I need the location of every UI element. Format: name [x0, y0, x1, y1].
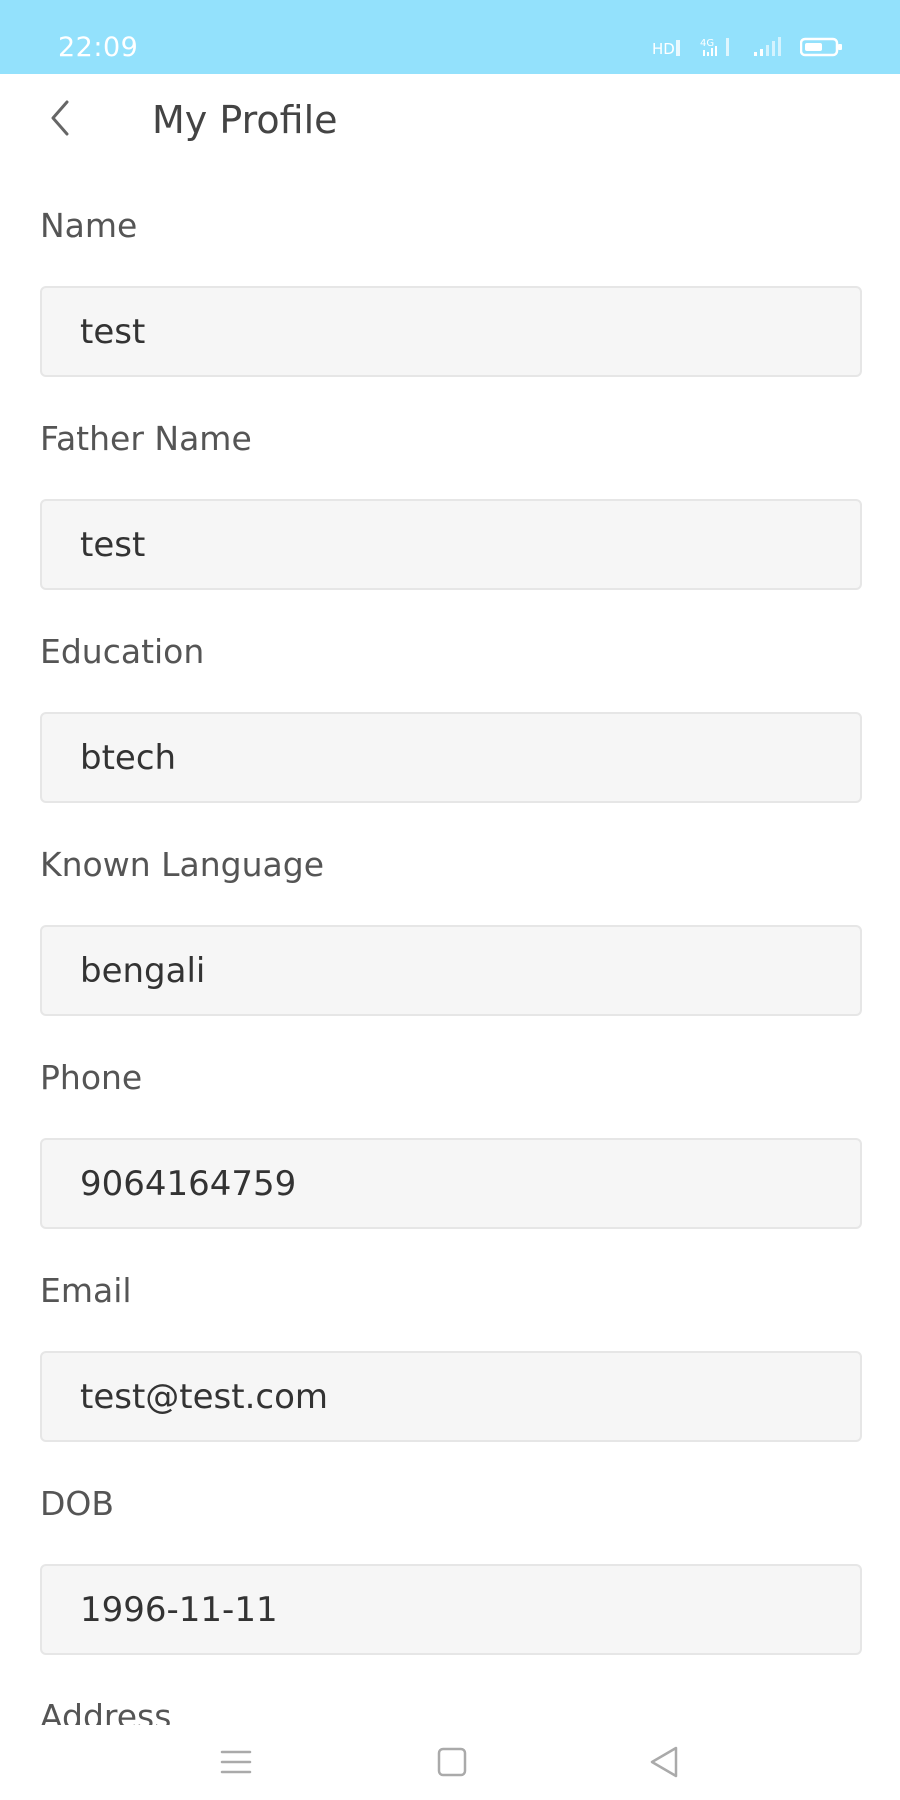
system-back-button[interactable]	[640, 1741, 688, 1783]
app-header: My Profile	[0, 74, 900, 170]
svg-text:HD: HD	[652, 40, 675, 58]
back-button[interactable]	[36, 94, 84, 142]
phone-input[interactable]	[40, 1138, 862, 1229]
field-label-name: Name	[40, 206, 138, 245]
field-label-known-language: Known Language	[40, 845, 324, 884]
page-title: My Profile	[152, 98, 338, 142]
status-time: 22:09	[58, 32, 139, 63]
chevron-left-icon	[51, 100, 69, 136]
field-label-address: Address	[40, 1697, 172, 1725]
field-label-dob: DOB	[40, 1484, 115, 1523]
dob-input[interactable]	[40, 1564, 862, 1655]
svg-text:4G: 4G	[700, 38, 714, 49]
system-nav-bar	[0, 1725, 900, 1800]
status-icons: HD 4G	[652, 36, 844, 58]
name-input[interactable]	[40, 286, 862, 377]
status-bar: 22:09 HD 4G	[0, 0, 900, 74]
profile-form: Name Father Name Education Known Languag…	[0, 170, 900, 1725]
network-4g-icon: 4G	[700, 36, 734, 58]
known-language-input[interactable]	[40, 925, 862, 1016]
field-education: Education	[0, 596, 900, 809]
field-dob: DOB	[0, 1448, 900, 1661]
field-father-name: Father Name	[0, 383, 900, 596]
field-phone: Phone	[0, 1022, 900, 1235]
home-button[interactable]	[428, 1741, 476, 1783]
field-name: Name	[0, 170, 900, 383]
field-email: Email	[0, 1235, 900, 1448]
battery-icon	[800, 36, 844, 58]
field-label-phone: Phone	[40, 1058, 143, 1097]
field-label-education: Education	[40, 632, 205, 671]
field-address: Address	[0, 1661, 900, 1725]
menu-icon	[220, 1750, 252, 1774]
back-triangle-icon	[650, 1746, 678, 1778]
hd-volte-icon: HD	[652, 36, 682, 58]
menu-button[interactable]	[212, 1741, 260, 1783]
father-name-input[interactable]	[40, 499, 862, 590]
home-square-icon	[437, 1747, 467, 1777]
education-input[interactable]	[40, 712, 862, 803]
field-label-email: Email	[40, 1271, 132, 1310]
email-input[interactable]	[40, 1351, 862, 1442]
field-known-language: Known Language	[0, 809, 900, 1022]
field-label-father-name: Father Name	[40, 419, 252, 458]
signal-icon	[752, 36, 782, 58]
profile-screen: 22:09 HD 4G My Profile Name test Father …	[0, 0, 900, 1800]
